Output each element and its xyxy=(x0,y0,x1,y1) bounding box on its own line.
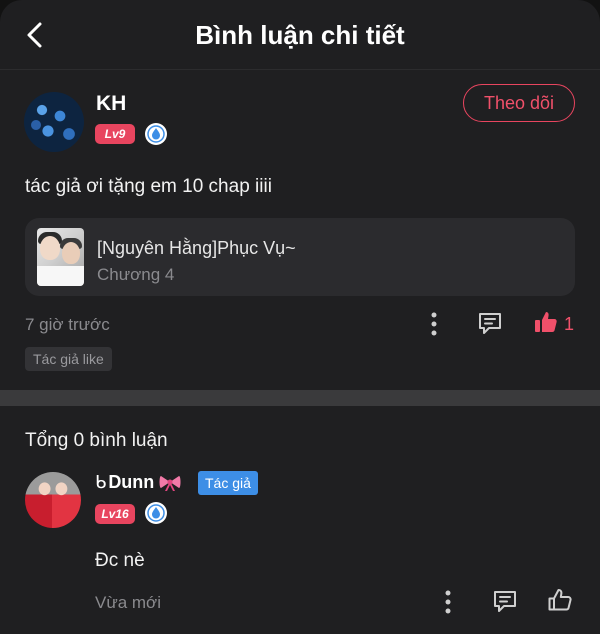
page-title: Bình luận chi tiết xyxy=(195,20,405,50)
story-cover-image xyxy=(37,228,84,286)
thumbs-up-outline-icon xyxy=(548,589,572,611)
like-count: 1 xyxy=(564,314,575,334)
more-vertical-icon xyxy=(445,590,451,614)
ribbon-bow-icon xyxy=(158,474,182,492)
comment-timestamp: Vừa mới xyxy=(95,593,161,612)
name-prefix-symbol: ᑲ xyxy=(95,472,107,492)
author-liked-tag: Tác giả like xyxy=(25,347,112,371)
story-card[interactable]: [Nguyên Hằng]Phục Vụ~ Chương 4 xyxy=(25,218,575,296)
reply-button[interactable] xyxy=(476,309,504,337)
comment-icon xyxy=(494,591,516,612)
vip-drop-icon xyxy=(145,123,167,145)
post-text: tác giả ơi tặng em 10 chap iiii xyxy=(25,176,272,197)
post-timestamp: 7 giờ trước xyxy=(25,315,110,334)
total-comments-label: Tổng 0 bình luận xyxy=(25,430,168,451)
comment-text: Đc nè xyxy=(95,550,145,571)
comment-like-button[interactable] xyxy=(546,586,574,614)
follow-button[interactable]: Theo dõi xyxy=(463,84,575,122)
post-author-name[interactable]: KH xyxy=(96,92,126,116)
comment-author-avatar[interactable] xyxy=(25,472,81,528)
more-vertical-icon xyxy=(431,312,437,336)
thumbs-up-filled-icon xyxy=(535,312,557,332)
header: Bình luận chi tiết xyxy=(0,0,600,70)
comment-author-name-text: Dunn xyxy=(108,472,155,492)
author-tag: Tác giả xyxy=(198,471,258,495)
like-button[interactable] xyxy=(532,308,560,336)
comment-author-name[interactable]: ᑲ Dunn xyxy=(95,472,182,493)
post-author-avatar[interactable] xyxy=(24,92,84,152)
section-divider xyxy=(0,390,600,406)
comment-icon xyxy=(479,313,501,334)
more-button[interactable] xyxy=(422,310,446,338)
comment-more-button[interactable] xyxy=(436,588,460,616)
level-badge: Lv9 xyxy=(95,124,135,144)
comment-detail-screen: Bình luận chi tiết KH Lv9 Theo dõi tác g… xyxy=(0,0,600,634)
story-title: [Nguyên Hằng]Phục Vụ~ xyxy=(97,238,296,258)
story-chapter: Chương 4 xyxy=(97,265,175,284)
level-badge: Lv16 xyxy=(95,504,135,524)
vip-drop-icon xyxy=(145,502,167,524)
comment-reply-button[interactable] xyxy=(491,587,519,615)
